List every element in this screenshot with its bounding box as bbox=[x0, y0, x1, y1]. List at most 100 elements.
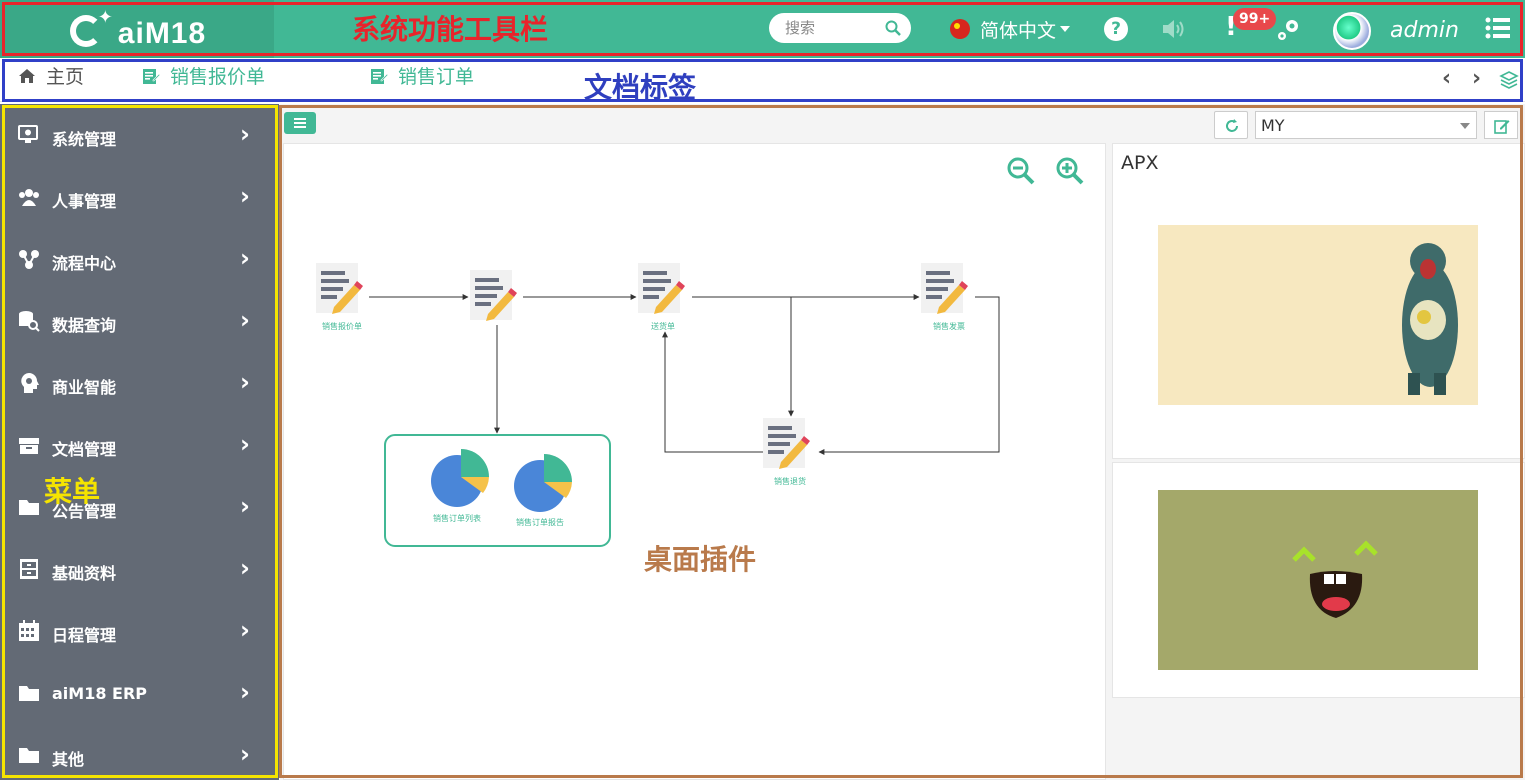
avatar[interactable] bbox=[1333, 12, 1371, 50]
bear-image bbox=[1158, 225, 1478, 405]
calendar-icon bbox=[19, 620, 39, 641]
folder-icon bbox=[19, 748, 39, 763]
chevron-right-icon: › bbox=[240, 244, 250, 272]
app-logo[interactable]: ✦ aiM18 bbox=[0, 0, 274, 58]
workflow-icon bbox=[19, 250, 39, 269]
sidebar-item-announcement[interactable]: 公告管理 › bbox=[0, 478, 279, 540]
tab-sales-quotation[interactable]: 销售报价单 bbox=[142, 58, 265, 102]
search-icon[interactable] bbox=[885, 20, 901, 36]
list-menu-icon[interactable] bbox=[1485, 16, 1511, 40]
tab-label: 主页 bbox=[46, 66, 85, 88]
report-label[interactable]: 销售订单列表 bbox=[433, 513, 481, 523]
flowchart-diagram: 销售报价单 送货单 销售发票 销售退货 销售订单列表 销售订单报告 bbox=[316, 263, 1000, 547]
annotation-tabs: 文档标签 bbox=[584, 71, 697, 104]
search-box[interactable] bbox=[769, 13, 911, 43]
notification-badge[interactable]: 99+ bbox=[1233, 8, 1277, 30]
annotation-toolbar: 系统功能工具栏 bbox=[352, 13, 549, 46]
tab-home[interactable]: 主页 bbox=[18, 58, 118, 102]
flow-node-label: 销售报价单 bbox=[322, 321, 362, 331]
sidebar-item-document[interactable]: 文档管理 › bbox=[0, 416, 279, 478]
chevron-right-icon: › bbox=[240, 678, 250, 706]
report-group bbox=[384, 434, 611, 547]
brain-head-icon bbox=[21, 373, 39, 393]
pie-chart-icon[interactable] bbox=[514, 454, 572, 512]
sidebar-item-system[interactable]: 系统管理 › bbox=[0, 106, 279, 168]
smiley-image bbox=[1158, 490, 1478, 670]
monitor-settings-icon bbox=[18, 125, 38, 143]
chevron-right-icon: › bbox=[240, 120, 250, 148]
edit-document-icon bbox=[143, 68, 160, 84]
sidebar-item-schedule[interactable]: 日程管理 › bbox=[0, 602, 279, 664]
sidebar-item-other[interactable]: 其他 › bbox=[0, 726, 279, 780]
chevron-right-icon: › bbox=[240, 616, 250, 644]
search-input[interactable] bbox=[785, 18, 877, 38]
sidebar-item-label: aiM18 ERP bbox=[52, 684, 148, 703]
apx-widget: APX bbox=[1112, 143, 1525, 459]
sidebar-item-label: 其他 bbox=[52, 750, 85, 769]
sidebar-item-data-query[interactable]: 数据查询 › bbox=[0, 292, 279, 354]
chevron-right-icon: › bbox=[240, 740, 250, 768]
sidebar-item-bi[interactable]: 商业智能 › bbox=[0, 354, 279, 416]
tab-label: 销售订单 bbox=[398, 66, 475, 88]
folder-icon bbox=[19, 500, 39, 515]
image-widget bbox=[1112, 462, 1525, 698]
layers-icon[interactable] bbox=[1499, 70, 1519, 90]
edit-icon bbox=[1494, 120, 1510, 134]
desktop-layout-select[interactable]: MY bbox=[1255, 111, 1477, 139]
drawer-icon bbox=[20, 559, 38, 579]
archive-box-icon bbox=[19, 438, 39, 454]
sidebar-item-hr[interactable]: 人事管理 › bbox=[0, 168, 279, 230]
pie-chart-icon[interactable] bbox=[431, 449, 489, 507]
language-selector[interactable]: 简体中文 bbox=[950, 14, 1071, 44]
caret-down-icon bbox=[1060, 26, 1071, 32]
refresh-icon bbox=[1226, 119, 1238, 132]
home-icon bbox=[19, 68, 35, 83]
tab-sales-order[interactable]: 销售订单 bbox=[370, 58, 474, 102]
help-button[interactable]: ? bbox=[1104, 17, 1128, 41]
sidebar-toggle-button[interactable] bbox=[284, 112, 316, 134]
users-icon bbox=[19, 189, 39, 206]
select-value: MY bbox=[1261, 116, 1285, 135]
flow-node[interactable] bbox=[470, 270, 517, 321]
flow-node[interactable] bbox=[638, 263, 685, 314]
widget-title: APX bbox=[1121, 152, 1159, 174]
edit-desktop-button[interactable] bbox=[1484, 111, 1518, 139]
edit-document-icon bbox=[371, 68, 388, 84]
chevron-right-icon: › bbox=[240, 492, 250, 520]
sidebar-item-label: 数据查询 bbox=[52, 316, 117, 335]
database-search-icon bbox=[19, 311, 40, 332]
chevron-right-icon: › bbox=[240, 368, 250, 396]
sidebar-item-label: 系统管理 bbox=[52, 130, 117, 149]
username[interactable]: admin bbox=[1390, 18, 1459, 43]
sidebar-item-label: 基础资料 bbox=[52, 564, 117, 583]
logo-mark-icon: ✦ bbox=[68, 9, 113, 49]
annotation-menu: 菜单 bbox=[44, 475, 101, 508]
sidebar-item-label: 商业智能 bbox=[52, 378, 117, 397]
tab-prev-button[interactable]: ‹ bbox=[1442, 66, 1451, 91]
sidebar-menu: 系统管理 › 人事管理 › 流程中心 › 数据查询 › 商业智能 › 文档管理 … bbox=[0, 104, 279, 780]
system-toolbar: ✦ aiM18 简体中文 ? ! 99+ admin bbox=[0, 0, 1525, 58]
annotation-desktop: 桌面插件 bbox=[644, 543, 757, 576]
app-root: { "app": {"logo_text": "aiM18"}, "annota… bbox=[0, 0, 1525, 780]
flow-node-label: 送货单 bbox=[651, 321, 675, 331]
sidebar-item-workflow[interactable]: 流程中心 › bbox=[0, 230, 279, 292]
gears-icon[interactable] bbox=[1274, 16, 1302, 44]
sidebar-item-erp[interactable]: aiM18 ERP › bbox=[0, 664, 279, 726]
folder-icon bbox=[19, 686, 39, 701]
sidebar-item-label: 文档管理 bbox=[52, 440, 117, 459]
speaker-icon[interactable] bbox=[1160, 16, 1186, 42]
flow-node-label: 销售发票 bbox=[933, 321, 965, 331]
refresh-button[interactable] bbox=[1214, 111, 1248, 139]
tab-next-button[interactable]: › bbox=[1472, 66, 1481, 91]
flow-node[interactable] bbox=[316, 263, 363, 314]
sidebar-item-label: 人事管理 bbox=[52, 192, 117, 211]
flow-node-label: 销售退货 bbox=[774, 476, 806, 486]
language-label: 简体中文 bbox=[980, 19, 1057, 42]
flow-node[interactable] bbox=[921, 263, 968, 314]
report-label[interactable]: 销售订单报告 bbox=[516, 517, 564, 527]
sidebar-item-basic-data[interactable]: 基础资料 › bbox=[0, 540, 279, 602]
tab-label: 销售报价单 bbox=[170, 66, 266, 88]
flow-node[interactable] bbox=[763, 418, 810, 469]
sidebar-item-label: 日程管理 bbox=[52, 626, 117, 645]
chevron-right-icon: › bbox=[240, 554, 250, 582]
